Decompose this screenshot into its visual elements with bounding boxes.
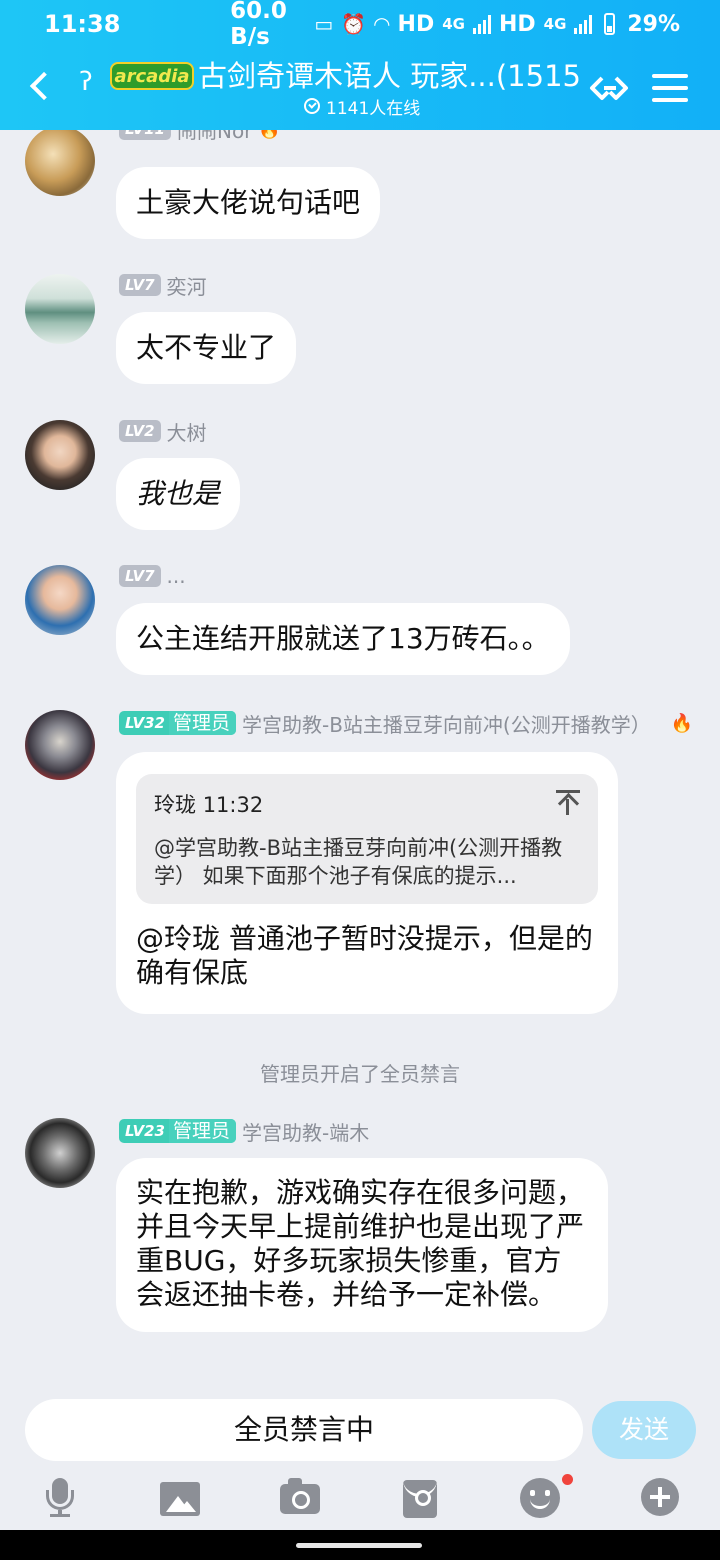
chat-list[interactable]: LV11 闹闹Nor 🔥 土豪大佬说句话吧 LV7 奕河 太不专业了 LV2 大… — [0, 130, 720, 1392]
network-label-1: 4G — [442, 15, 465, 33]
message-bubble[interactable]: 玲珑 11:32 @学宫助教-B站主播豆芽向前冲(公测开播教学） 如果下面那个池… — [116, 752, 618, 1014]
alarm-icon: ⏰ — [341, 12, 367, 36]
sender-info: LV7 ... — [119, 562, 186, 590]
avatar[interactable] — [25, 130, 95, 196]
online-count-text: 1141人在线 — [326, 98, 421, 119]
quote-header: 玲珑 11:32 — [154, 788, 580, 822]
avatar[interactable] — [25, 710, 95, 780]
avatar[interactable] — [25, 1118, 95, 1188]
wifi-icon: ◠ — [374, 12, 390, 36]
role-label: 管理员 — [168, 711, 236, 735]
role-label: 管理员 — [168, 1119, 236, 1143]
level-badge: LV7 — [119, 565, 161, 587]
hd-label-2: HD — [498, 11, 536, 37]
sender-name[interactable]: ... — [167, 564, 186, 588]
network-label-2: 4G — [543, 15, 567, 33]
message-bubble[interactable]: 我也是 — [116, 458, 241, 530]
fire-icon: 🔥 — [670, 712, 694, 734]
level-badge: LV11 — [119, 130, 171, 140]
sender-info: LV11 闹闹Nor 🔥 — [119, 130, 281, 143]
sender-name[interactable]: 学宫助教-端木 — [242, 1117, 369, 1146]
plus-icon[interactable] — [641, 1478, 679, 1516]
input-toolbar — [0, 1470, 720, 1530]
sender-info: LV32 管理员 学宫助教-B站主播豆芽向前冲(公测开播教学） 🔥 — [119, 709, 693, 737]
message-bubble[interactable]: 公主连结开服就送了13万砖石。。 — [116, 603, 570, 675]
avatar[interactable] — [25, 565, 95, 635]
quote-time: 11:32 — [202, 793, 264, 817]
status-bar: 11:38 60.0 B/s ▭ ⏰ ◠ HD 4G HD 4G 29% — [0, 0, 720, 50]
mic-icon[interactable] — [40, 1478, 80, 1518]
system-nav-bar — [0, 1530, 720, 1560]
chevron-left-icon — [29, 71, 59, 101]
game-logo: arcadia — [110, 62, 194, 90]
quoted-message[interactable]: 玲珑 11:32 @学宫助教-B站主播豆芽向前冲(公测开播教学） 如果下面那个池… — [136, 774, 598, 904]
check-circle-icon — [304, 98, 320, 114]
menu-button[interactable] — [652, 68, 688, 108]
net-speed: 60.0 B/s — [230, 0, 287, 50]
home-indicator[interactable] — [296, 1543, 422, 1548]
online-count: 1141人在线 — [304, 94, 421, 119]
sender-info: LV23 管理员 学宫助教-端木 — [119, 1117, 369, 1145]
quote-author: 玲珑 — [154, 793, 196, 817]
fire-icon: 🔥 — [258, 130, 280, 140]
quote-text: @学宫助教-B站主播豆芽向前冲(公测开播教学） 如果下面那个池子有保底的提示..… — [154, 836, 563, 888]
image-icon[interactable] — [160, 1482, 200, 1516]
sender-name[interactable]: 大树 — [167, 417, 207, 446]
emoji-icon[interactable] — [520, 1478, 560, 1518]
title-bar: ʔ arcadia 古剑奇谭木语人 玩家...(1515) 1141人在线 — [0, 48, 720, 130]
avatar[interactable] — [25, 274, 95, 344]
level-badge: LV23 — [125, 1122, 165, 1140]
admin-badge: LV23 管理员 — [119, 1119, 236, 1143]
level-badge: LV7 — [119, 274, 161, 296]
sender-info: LV2 大树 — [119, 417, 207, 445]
status-indicators: 60.0 B/s ▭ ⏰ ◠ HD 4G HD 4G 29% — [230, 0, 680, 50]
input-bar: 全员禁言中 发送 — [0, 1392, 720, 1470]
battery-percent: 29% — [627, 11, 680, 37]
message-text: @玲珑 普通池子暂时没提示，但是的确有保底 — [136, 922, 593, 989]
sender-name[interactable]: 奕河 — [167, 271, 207, 300]
message-input[interactable]: 全员禁言中 — [25, 1399, 583, 1461]
signal-icon — [472, 14, 491, 34]
jump-to-top-icon[interactable] — [556, 790, 580, 816]
message-bubble[interactable]: 实在抱歉，游戏确实存在很多问题，并且今天早上提前维护也是出现了严重BUG，好多玩… — [116, 1158, 608, 1332]
signal-icon-2 — [574, 14, 593, 34]
message-bubble[interactable]: 土豪大佬说句话吧 — [116, 167, 381, 239]
red-packet-icon[interactable] — [403, 1480, 437, 1518]
admin-badge: LV32 管理员 — [119, 711, 236, 735]
back-button[interactable] — [22, 64, 59, 108]
sender-info: LV7 奕河 — [119, 271, 207, 299]
battery-icon — [604, 13, 616, 35]
menu-line — [652, 98, 688, 102]
level-badge: LV32 — [125, 714, 165, 732]
status-time: 11:38 — [44, 10, 121, 38]
message-bubble[interactable]: 太不专业了 — [116, 312, 297, 384]
notification-dot — [562, 1474, 573, 1485]
system-notice: 管理员开启了全员禁言 — [260, 1062, 460, 1086]
link-icon — [590, 76, 628, 100]
group-title[interactable]: 古剑奇谭木语人 玩家...(1515) — [198, 56, 582, 96]
ear-icon[interactable]: ʔ — [72, 66, 100, 98]
menu-line — [652, 74, 688, 78]
sender-name[interactable]: 闹闹Nor — [177, 130, 252, 144]
avatar[interactable] — [25, 420, 95, 490]
level-badge: LV2 — [119, 420, 161, 442]
hd-label-1: HD — [397, 11, 435, 37]
send-button[interactable]: 发送 — [592, 1401, 696, 1459]
menu-line — [652, 86, 688, 90]
refresh-rate-icon: ▭ — [314, 12, 334, 36]
header: 11:38 60.0 B/s ▭ ⏰ ◠ HD 4G HD 4G 29% ʔ a… — [0, 0, 720, 130]
camera-icon[interactable] — [280, 1478, 320, 1514]
sender-name[interactable]: 学宫助教-B站主播豆芽向前冲(公测开播教学） — [242, 709, 651, 738]
share-link-button[interactable] — [588, 68, 632, 108]
